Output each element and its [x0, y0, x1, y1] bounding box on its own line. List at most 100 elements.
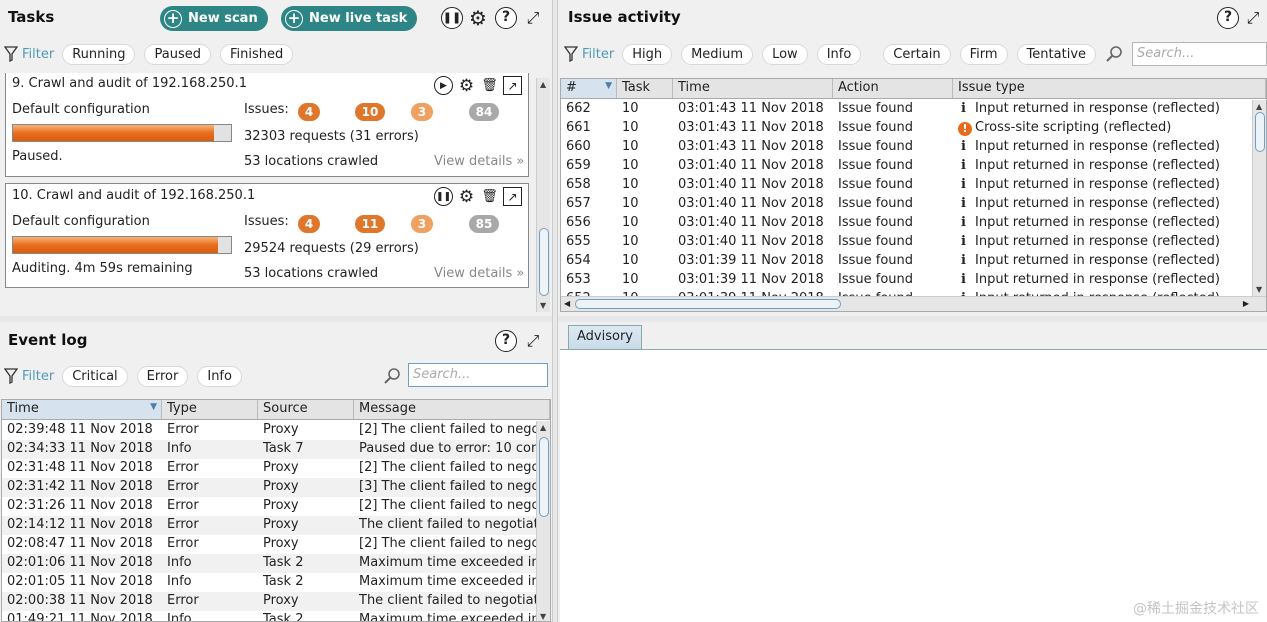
column-header-task[interactable]: Task — [617, 79, 673, 98]
table-row[interactable]: 02:08:47 11 Nov 2018 Error Proxy [2] The cl… — [2, 535, 550, 554]
filter-chip-critical[interactable]: Critical — [62, 365, 128, 387]
filter-chip-firm[interactable]: Firm — [959, 43, 1008, 65]
expand-icon[interactable]: ⤢ — [1243, 8, 1263, 28]
filter-chip-high[interactable]: High — [622, 43, 673, 65]
task-card-9[interactable]: 9. Crawl and audit of 192.168.250.1 ▶ ⚙ … — [5, 73, 529, 177]
open-external-icon[interactable]: ↗ — [503, 76, 522, 95]
cell-type: Info — [167, 555, 192, 570]
table-row[interactable]: 02:34:33 11 Nov 2018 Info Task 7 Paused due… — [2, 440, 550, 459]
filter-icon[interactable] — [4, 368, 18, 384]
horizontal-splitter-right[interactable] — [558, 316, 1267, 322]
scroll-thumb[interactable] — [539, 437, 549, 517]
table-row[interactable]: 02:01:05 11 Nov 2018 Info Task 2 Maximum ti… — [2, 573, 550, 592]
table-row[interactable]: 01:49:21 11 Nov 2018 Info Task 2 Maximum ti… — [2, 611, 550, 621]
issue-table-scrollbar[interactable]: ▲ ▼ — [1252, 100, 1266, 296]
filter-chip-low[interactable]: Low — [762, 43, 808, 65]
cell-time: 02:01:05 11 Nov 2018 — [7, 574, 153, 589]
task-progress-fill — [13, 237, 218, 253]
filter-label[interactable]: Filter — [22, 369, 54, 384]
table-row[interactable]: 662 10 03:01:43 11 Nov 2018 Issue found i Inp… — [561, 100, 1266, 119]
expand-icon[interactable]: ⤢ — [523, 331, 543, 351]
cell-time: 02:31:48 11 Nov 2018 — [7, 460, 153, 475]
task-card-10[interactable]: 10. Crawl and audit of 192.168.250.1 ❚❚ … — [5, 183, 529, 288]
view-details-link[interactable]: View details » — [434, 154, 524, 169]
table-row[interactable]: 655 10 03:01:40 11 Nov 2018 Issue found i Inp… — [561, 233, 1266, 252]
pause-icon[interactable]: ❚❚ — [434, 187, 453, 206]
column-header-number[interactable]: # ▼ — [561, 79, 617, 98]
cell-task: 10 — [622, 177, 639, 192]
table-row[interactable]: 658 10 03:01:40 11 Nov 2018 Issue found i Inp… — [561, 176, 1266, 195]
filter-chip-medium[interactable]: Medium — [681, 43, 754, 65]
filter-chip-error[interactable]: Error — [136, 365, 189, 387]
scroll-up-icon[interactable]: ▲ — [540, 80, 546, 89]
table-row[interactable]: 02:39:48 11 Nov 2018 Error Proxy [2] The cl… — [2, 421, 550, 440]
table-row[interactable]: 656 10 03:01:40 11 Nov 2018 Issue found i Inp… — [561, 214, 1266, 233]
table-row[interactable]: 660 10 03:01:43 11 Nov 2018 Issue found i Inp… — [561, 138, 1266, 157]
table-row[interactable]: 654 10 03:01:39 11 Nov 2018 Issue found i Inp… — [561, 252, 1266, 271]
pause-all-icon[interactable]: ❚❚ — [441, 7, 463, 29]
gear-icon[interactable]: ⚙ — [457, 187, 476, 207]
search-icon[interactable] — [1106, 45, 1124, 63]
play-icon[interactable]: ▶ — [434, 76, 453, 95]
scroll-thumb[interactable] — [539, 228, 549, 296]
filter-chip-tentative[interactable]: Tentative — [1016, 43, 1097, 65]
scroll-down-icon[interactable]: ▼ — [540, 301, 546, 310]
scroll-thumb[interactable] — [575, 299, 841, 309]
table-row[interactable]: 02:31:42 11 Nov 2018 Error Proxy [3] The cl… — [2, 478, 550, 497]
column-header-time[interactable]: Time ▼ — [2, 400, 162, 419]
gear-icon[interactable]: ⚙ — [457, 76, 476, 96]
scroll-right-icon[interactable]: ▶ — [1243, 299, 1249, 308]
view-details-link[interactable]: View details » — [434, 266, 524, 281]
table-row[interactable]: 02:14:12 11 Nov 2018 Error Proxy The client… — [2, 516, 550, 535]
table-row[interactable]: 02:01:06 11 Nov 2018 Info Task 2 Maximum ti… — [2, 554, 550, 573]
issue-table-hscrollbar[interactable]: ◀ ▶ — [561, 296, 1266, 311]
open-external-icon[interactable]: ↗ — [503, 187, 522, 206]
event-log-search-input[interactable]: Search... — [408, 363, 548, 387]
filter-chip-info[interactable]: Info — [197, 365, 242, 387]
trash-icon[interactable]: 🗑 — [480, 187, 499, 206]
filter-chip-finished[interactable]: Finished — [219, 43, 294, 65]
column-header-source[interactable]: Source — [258, 400, 354, 419]
filter-icon[interactable] — [564, 46, 578, 62]
filter-label[interactable]: Filter — [582, 47, 614, 62]
column-header-issue-type[interactable]: Issue type — [953, 79, 1266, 98]
scroll-up-icon[interactable]: ▲ — [1256, 102, 1262, 111]
filter-chip-info[interactable]: Info — [816, 43, 862, 65]
table-row[interactable]: 653 10 03:01:39 11 Nov 2018 Issue found i Inp… — [561, 271, 1266, 290]
cell-time: 02:39:48 11 Nov 2018 — [7, 422, 153, 437]
scroll-left-icon[interactable]: ◀ — [564, 299, 570, 308]
scroll-down-icon[interactable]: ▼ — [540, 612, 546, 621]
table-row[interactable]: 02:00:38 11 Nov 2018 Error Proxy The client… — [2, 592, 550, 611]
help-icon[interactable]: ? — [495, 330, 517, 352]
filter-chip-paused[interactable]: Paused — [144, 43, 211, 65]
column-header-time[interactable]: Time — [673, 79, 833, 98]
trash-icon[interactable]: 🗑 — [480, 76, 499, 95]
help-icon[interactable]: ? — [495, 7, 517, 29]
event-log-scrollbar[interactable]: ▲ ▼ — [536, 421, 550, 621]
new-scan-button[interactable]: + New scan — [160, 6, 268, 31]
table-row[interactable]: 659 10 03:01:40 11 Nov 2018 Issue found i Inp… — [561, 157, 1266, 176]
table-row[interactable]: 661 10 03:01:43 11 Nov 2018 Issue found! Cro… — [561, 119, 1266, 138]
column-header-message[interactable]: Message — [354, 400, 550, 419]
table-row[interactable]: 02:31:48 11 Nov 2018 Error Proxy [2] The cl… — [2, 459, 550, 478]
help-icon[interactable]: ? — [1217, 7, 1239, 29]
gear-icon[interactable]: ⚙ — [467, 7, 489, 29]
scroll-down-icon[interactable]: ▼ — [1256, 285, 1262, 294]
tasks-scrollbar[interactable]: ▲ ▼ — [536, 78, 550, 312]
table-row[interactable]: 02:31:26 11 Nov 2018 Error Proxy [2] The cl… — [2, 497, 550, 516]
scroll-up-icon[interactable]: ▲ — [540, 423, 546, 432]
scroll-thumb[interactable] — [1255, 112, 1265, 152]
tab-advisory[interactable]: Advisory — [568, 325, 642, 349]
filter-chip-certain[interactable]: Certain — [883, 43, 951, 65]
issue-search-input[interactable]: Search... — [1132, 42, 1267, 66]
new-live-task-button[interactable]: + New live task — [281, 6, 418, 31]
filter-label[interactable]: Filter — [22, 47, 54, 62]
column-header-action[interactable]: Action — [833, 79, 953, 98]
search-icon[interactable] — [384, 367, 402, 385]
cell-num: 658 — [566, 177, 591, 192]
expand-icon[interactable]: ⤢ — [523, 8, 543, 28]
column-header-type[interactable]: Type — [162, 400, 258, 419]
filter-icon[interactable] — [4, 46, 18, 62]
filter-chip-running[interactable]: Running — [62, 43, 136, 65]
table-row[interactable]: 657 10 03:01:40 11 Nov 2018 Issue found i Inp… — [561, 195, 1266, 214]
